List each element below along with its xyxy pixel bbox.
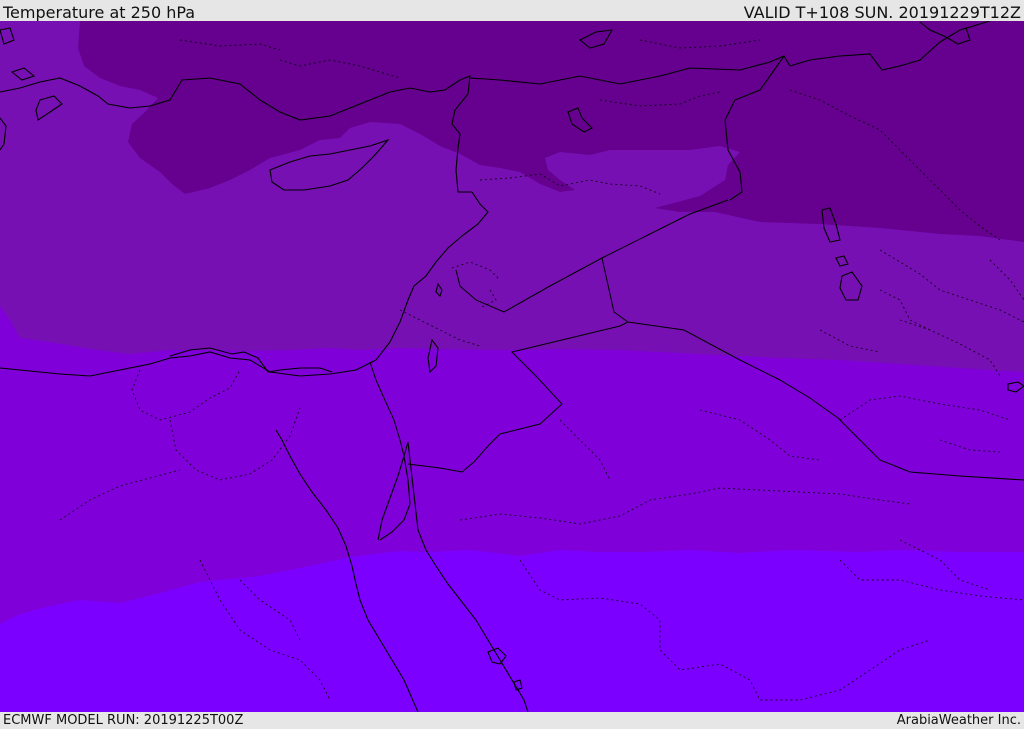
model-run-label: ECMWF MODEL RUN: 20191225T00Z bbox=[3, 713, 244, 728]
valid-time: VALID T+108 SUN. 20191229T12Z bbox=[743, 3, 1021, 22]
map-title: Temperature at 250 hPa bbox=[3, 3, 196, 22]
credit-label: ArabiaWeather Inc. bbox=[896, 713, 1021, 728]
map-canvas bbox=[0, 21, 1024, 712]
footer-bar: ECMWF MODEL RUN: 20191225T00Z ArabiaWeat… bbox=[0, 712, 1024, 729]
title-bar: Temperature at 250 hPa VALID T+108 SUN. … bbox=[0, 0, 1024, 22]
temperature-map[interactable] bbox=[0, 21, 1024, 712]
